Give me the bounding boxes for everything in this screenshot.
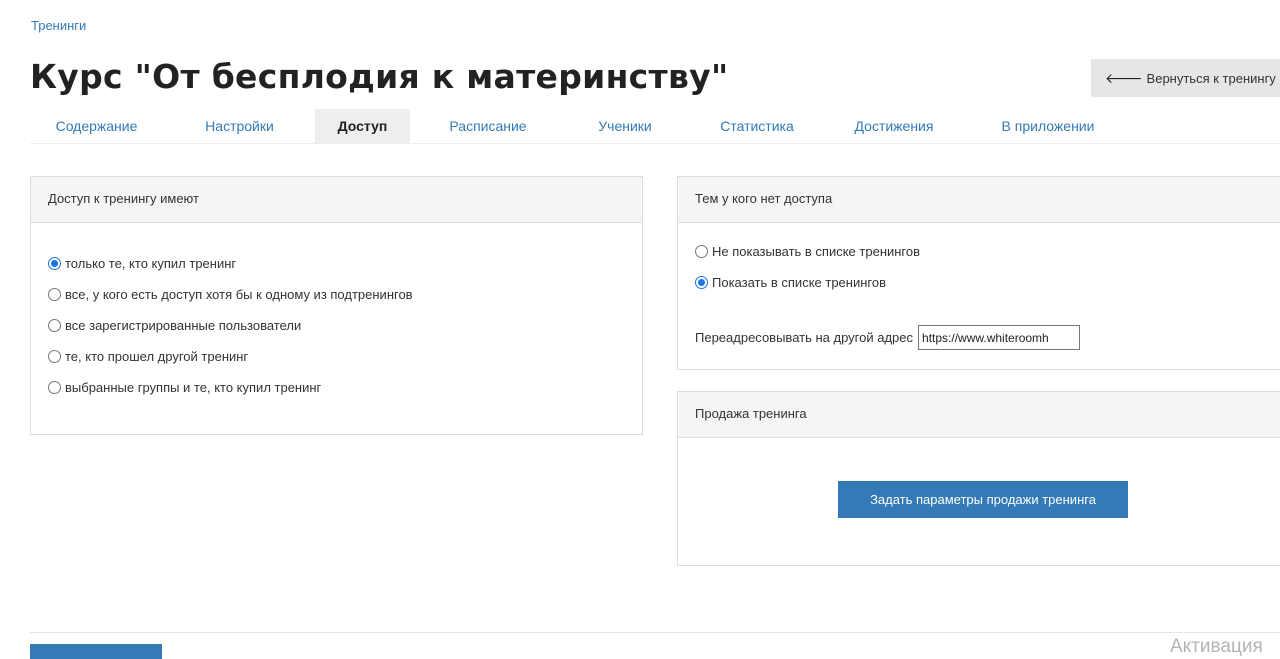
radio-button[interactable] xyxy=(48,350,61,363)
radio-button[interactable] xyxy=(48,381,61,394)
sale-panel-title: Продажа тренинга xyxy=(678,392,1280,438)
radio-button[interactable] xyxy=(48,319,61,332)
tab-students[interactable]: Ученики xyxy=(575,109,675,143)
no-access-option-hide[interactable]: Не показывать в списке тренингов xyxy=(695,244,920,259)
access-option-label: все зарегистрированные пользователи xyxy=(65,318,302,333)
back-to-training-button[interactable]: 🡐 Вернуться к тренингу xyxy=(1091,59,1280,97)
access-option-other-training[interactable]: те, кто прошел другой тренинг xyxy=(48,349,248,364)
save-button[interactable] xyxy=(30,644,162,659)
tab-content[interactable]: Содержание xyxy=(30,109,163,143)
arrow-left-icon: 🡐 xyxy=(1105,69,1143,86)
footer-divider xyxy=(30,632,1280,633)
no-access-panel: Тем у кого нет доступа Не показывать в с… xyxy=(677,176,1280,370)
radio-button[interactable] xyxy=(695,245,708,258)
access-option-label: только те, кто купил тренинг xyxy=(65,256,237,271)
radio-button[interactable] xyxy=(695,276,708,289)
tab-settings[interactable]: Настройки xyxy=(181,109,298,143)
access-option-groups[interactable]: выбранные группы и те, кто купил тренинг xyxy=(48,380,321,395)
redirect-row: Переадресовывать на другой адрес xyxy=(695,325,1081,350)
access-option-label: все, у кого есть доступ хотя бы к одному… xyxy=(65,287,413,302)
access-option-purchased[interactable]: только те, кто купил тренинг xyxy=(48,256,236,271)
tab-access[interactable]: Доступ xyxy=(315,109,410,143)
back-to-training-label: Вернуться к тренингу xyxy=(1146,70,1276,86)
page: Тренинги Курс "От бесплодия к материнств… xyxy=(0,0,1280,659)
redirect-label: Переадресовывать на другой адрес xyxy=(695,330,914,345)
access-option-label: выбранные группы и те, кто купил тренинг xyxy=(65,380,322,395)
breadcrumb-link-trainings[interactable]: Тренинги xyxy=(31,18,86,33)
tab-schedule[interactable]: Расписание xyxy=(425,109,551,143)
sale-panel: Продажа тренинга Задать параметры продаж… xyxy=(677,391,1280,566)
radio-button[interactable] xyxy=(48,257,61,270)
access-option-subtrainings[interactable]: все, у кого есть доступ хотя бы к одному… xyxy=(48,287,413,302)
page-title: Курс "От бесплодия к материнству" xyxy=(30,57,729,96)
redirect-url-input[interactable] xyxy=(918,325,1081,350)
no-access-option-label: Не показывать в списке тренингов xyxy=(712,244,921,259)
access-option-registered[interactable]: все зарегистрированные пользователи xyxy=(48,318,301,333)
radio-button[interactable] xyxy=(48,288,61,301)
set-sale-params-button[interactable]: Задать параметры продажи тренинга xyxy=(838,481,1128,518)
no-access-option-show[interactable]: Показать в списке тренингов xyxy=(695,275,886,290)
tab-statistics[interactable]: Статистика xyxy=(697,109,817,143)
tab-achievements[interactable]: Достижения xyxy=(838,109,950,143)
tabs-bar: Содержание Настройки Доступ Расписание У… xyxy=(30,109,1280,144)
access-panel: Доступ к тренингу имеют только те, кто к… xyxy=(30,176,643,435)
no-access-option-label: Показать в списке тренингов xyxy=(712,275,886,290)
access-panel-title: Доступ к тренингу имеют xyxy=(31,177,642,223)
tab-in-app[interactable]: В приложении xyxy=(985,109,1111,143)
activation-watermark: Активация xyxy=(1170,636,1263,657)
access-option-label: те, кто прошел другой тренинг xyxy=(65,349,249,364)
no-access-panel-title: Тем у кого нет доступа xyxy=(678,177,1280,223)
